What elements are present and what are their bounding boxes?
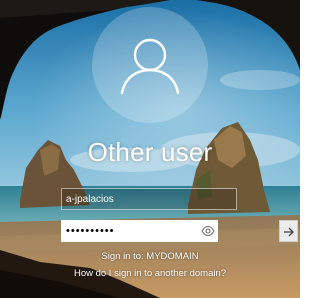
password-input[interactable] bbox=[61, 220, 218, 242]
eye-icon[interactable] bbox=[201, 225, 215, 237]
username-input[interactable] bbox=[61, 188, 237, 210]
user-silhouette-icon bbox=[120, 38, 180, 95]
password-field-group bbox=[61, 220, 298, 242]
user-name-heading: Other user bbox=[87, 137, 213, 167]
user-avatar bbox=[92, 7, 208, 123]
arrow-right-icon bbox=[284, 227, 294, 237]
sign-in-domain-label: Sign in to: MYDOMAIN bbox=[101, 251, 199, 262]
other-domain-link[interactable]: How do I sign in to another domain? bbox=[0, 268, 300, 279]
lock-screen: Other user Sign in to: MYDOMAIN How do I… bbox=[0, 0, 300, 298]
submit-button[interactable] bbox=[279, 220, 298, 242]
